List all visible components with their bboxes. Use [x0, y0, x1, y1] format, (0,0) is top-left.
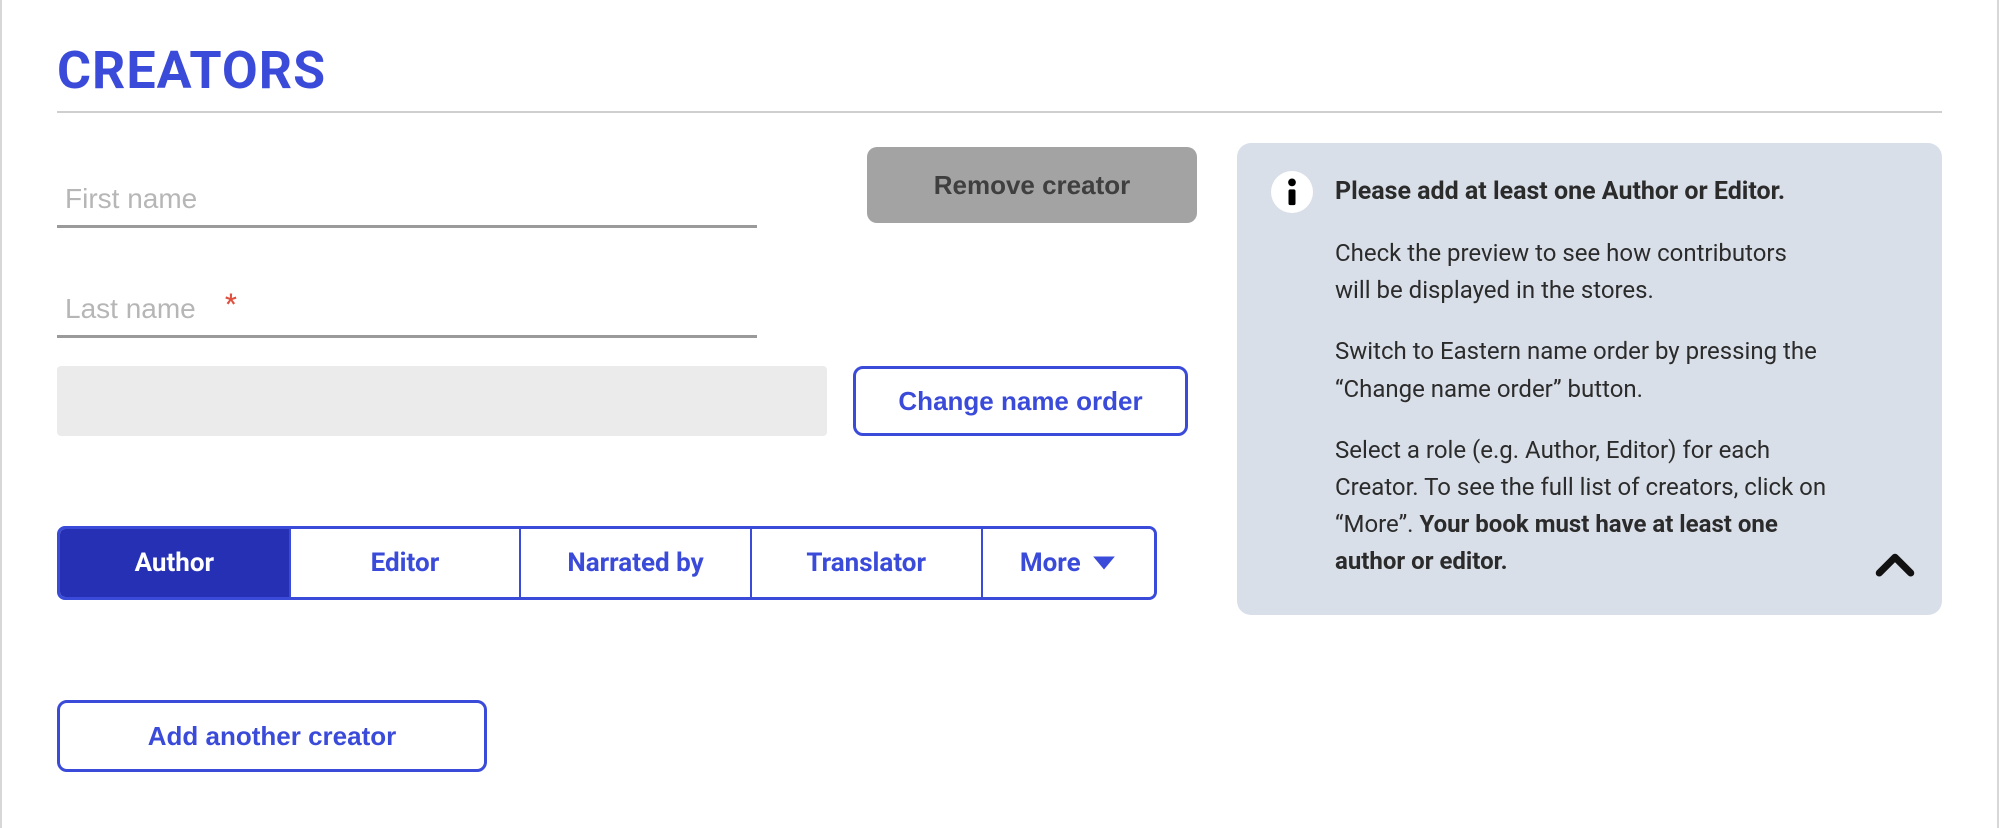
- role-tab-label: Editor: [371, 548, 440, 578]
- first-name-input[interactable]: [57, 173, 757, 228]
- remove-creator-button[interactable]: Remove creator: [867, 147, 1197, 223]
- info-body: Check the preview to see how contributor…: [1271, 235, 1908, 581]
- role-tab-narrated-by[interactable]: Narrated by: [521, 529, 752, 597]
- info-paragraph-1: Check the preview to see how contributor…: [1335, 235, 1828, 309]
- first-name-row: Remove creator: [57, 143, 1197, 228]
- change-name-order-button[interactable]: Change name order: [853, 366, 1188, 436]
- section-title: CREATORS: [57, 40, 1942, 101]
- info-paragraph-3: Select a role (e.g. Author, Editor) for …: [1335, 432, 1828, 581]
- chevron-up-icon: [1874, 551, 1916, 581]
- role-tabs: Author Editor Narrated by Translator Mor…: [57, 526, 1157, 600]
- info-icon: [1271, 171, 1313, 213]
- info-panel: Please add at least one Author or Editor…: [1237, 143, 1942, 615]
- content-columns: Remove creator * Change name order Autho…: [57, 143, 1942, 772]
- info-paragraph-2: Switch to Eastern name order by pressing…: [1335, 333, 1828, 407]
- add-another-creator-button[interactable]: Add another creator: [57, 700, 487, 772]
- form-column: Remove creator * Change name order Autho…: [57, 143, 1197, 772]
- role-tab-label: More: [1020, 548, 1081, 578]
- role-tab-more[interactable]: More: [983, 529, 1154, 597]
- divider: [57, 111, 1942, 113]
- role-tab-label: Translator: [806, 548, 926, 578]
- first-name-field-wrapper: [57, 173, 757, 228]
- role-tab-label: Narrated by: [567, 548, 703, 578]
- role-tab-author[interactable]: Author: [60, 529, 291, 597]
- last-name-field-wrapper: *: [57, 283, 757, 338]
- creators-section: CREATORS Remove creator * Change name or…: [0, 0, 1999, 828]
- info-title: Please add at least one Author or Editor…: [1335, 173, 1785, 212]
- last-name-input[interactable]: [57, 283, 757, 338]
- caret-down-icon: [1091, 553, 1117, 573]
- role-tab-editor[interactable]: Editor: [291, 529, 522, 597]
- role-tab-translator[interactable]: Translator: [752, 529, 983, 597]
- name-preview-row: Change name order: [57, 366, 1197, 436]
- info-column: Please add at least one Author or Editor…: [1237, 143, 1942, 615]
- collapse-panel-button[interactable]: [1874, 551, 1916, 592]
- info-header: Please add at least one Author or Editor…: [1271, 171, 1908, 213]
- name-preview-box: [57, 366, 827, 436]
- role-tab-label: Author: [135, 548, 214, 578]
